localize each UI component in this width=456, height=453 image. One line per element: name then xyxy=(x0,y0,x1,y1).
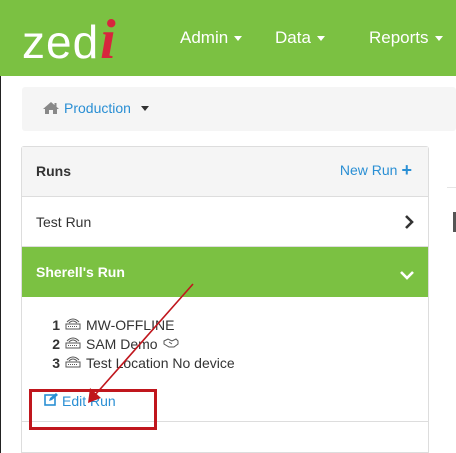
caret-down-icon xyxy=(234,35,243,41)
runs-panel-header: Runs New Run + xyxy=(22,147,428,197)
chevron-right-icon xyxy=(404,215,414,234)
run-item-sherells-run[interactable]: Sherell's Run xyxy=(22,247,428,297)
new-run-label: New Run xyxy=(339,162,398,178)
device-icon xyxy=(65,335,81,352)
zedi-logo[interactable]: zed i xyxy=(22,10,116,70)
location-item[interactable]: 3 Test Location No device xyxy=(50,353,235,372)
nav-reports-label: Reports xyxy=(369,28,429,47)
breadcrumb-label: Production xyxy=(64,100,131,116)
logo-accent: i xyxy=(100,9,116,71)
location-item[interactable]: 2 SAM Demo xyxy=(50,334,235,353)
run-item-test-run[interactable]: Test Run xyxy=(22,197,428,247)
device-icon xyxy=(65,316,81,333)
run-label: Test Run xyxy=(36,214,92,230)
location-item[interactable]: 1 MW-OFFLINE xyxy=(50,315,235,334)
home-icon xyxy=(42,101,60,115)
runs-panel-title: Runs xyxy=(36,163,71,179)
nav-admin-label: Admin xyxy=(180,28,229,47)
top-navbar: zed i Admin Data Reports xyxy=(0,0,456,76)
content-divider xyxy=(447,187,456,188)
chevron-down-icon xyxy=(400,267,414,285)
location-number: 2 xyxy=(52,335,60,352)
breadcrumb: Production xyxy=(22,87,456,131)
new-run-button[interactable]: New Run + xyxy=(339,160,412,180)
caret-down-icon xyxy=(316,35,325,41)
nav-data[interactable]: Data xyxy=(275,28,325,48)
location-number: 3 xyxy=(52,354,60,371)
caret-down-icon xyxy=(434,35,443,41)
handshake-icon xyxy=(163,336,179,352)
device-icon xyxy=(65,354,81,371)
location-name: MW-OFFLINE xyxy=(86,316,175,333)
nav-admin[interactable]: Admin xyxy=(180,28,243,48)
breadcrumb-production[interactable]: Production xyxy=(42,100,149,116)
location-number: 1 xyxy=(52,316,60,333)
location-name: Test Location No device xyxy=(86,354,235,371)
location-list: 1 MW-OFFLINE 2 SAM Demo 3 Test Location … xyxy=(50,315,235,372)
logo-text: zed xyxy=(22,16,100,68)
caret-down-icon xyxy=(140,105,149,111)
run-label: Sherell's Run xyxy=(36,264,125,280)
location-name: SAM Demo xyxy=(86,335,158,352)
annotation-highlight-box xyxy=(29,389,157,430)
nav-data-label: Data xyxy=(275,28,311,47)
plus-icon: + xyxy=(401,160,412,180)
nav-reports[interactable]: Reports xyxy=(369,28,443,48)
